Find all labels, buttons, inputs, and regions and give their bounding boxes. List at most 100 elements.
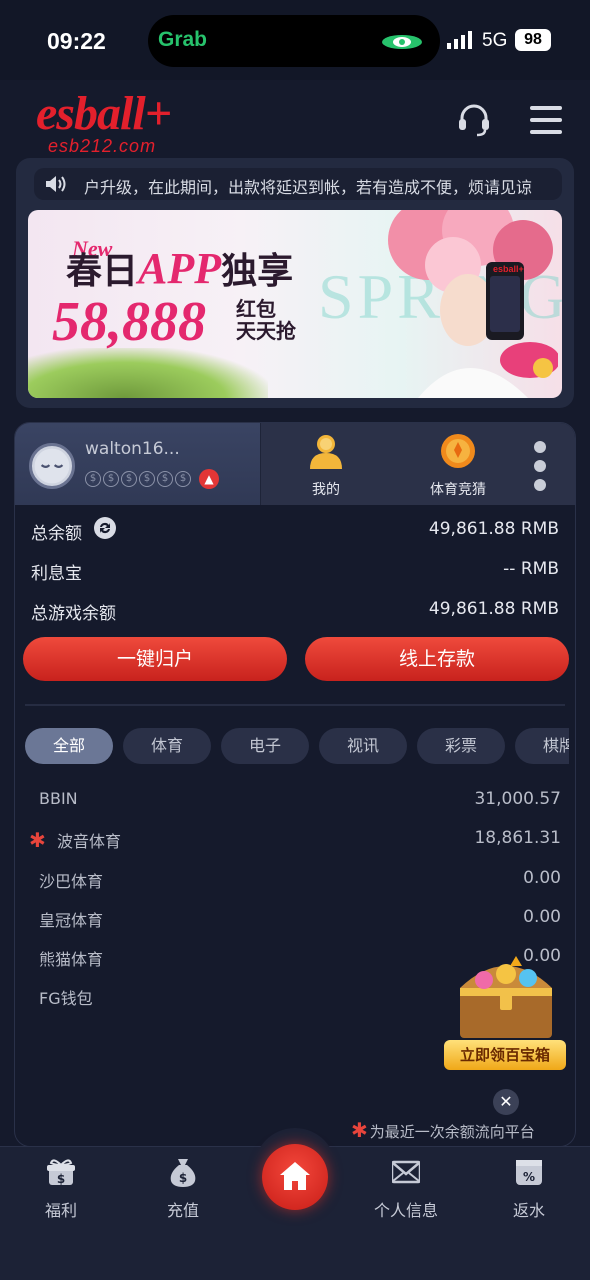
game-wallet-name: BBIN [39,789,78,808]
banner-suffix-1: 红包 [236,297,276,321]
divider [25,704,565,706]
game-category-tabs: 全部 体育 电子 视讯 彩票 棋牌 [25,728,569,764]
chevron-up-icon[interactable]: ▲ [199,469,219,489]
promo-banner[interactable]: SPRING New 春日APP独享 58,888 红包 天天抢 esball+ [28,210,562,398]
promo-panel: 户升级，在此期间，出款将延迟到帐，若有造成不便，烦请见谅 SPRING New … [16,158,574,408]
game-wallet-name: 熊猫体育 [39,950,104,969]
svg-text:%: % [523,1170,535,1184]
user-icon [310,435,342,469]
account-header: walton16... $ $ $ $ $ $ ▲ 我的 体育竞猜 [15,423,575,505]
nav-sports-label: 体育竞猜 [430,482,486,498]
home-button[interactable] [262,1144,328,1210]
close-icon[interactable]: ✕ [493,1089,519,1115]
online-deposit-button[interactable]: 线上存款 [305,637,569,681]
svg-text:$: $ [57,1172,65,1186]
banner-model-illustration: esball+ [388,210,558,398]
nav-rebate-label: 返水 [512,1201,545,1220]
status-bar: 09:22 Grab 5G 98 [0,0,590,80]
treasure-chest-icon [460,956,552,1038]
interest-label: 利息宝 [31,564,82,584]
banner-suffix-2: 天天抢 [236,319,296,343]
nav-recharge-label: 充值 [166,1201,199,1220]
tab-all[interactable]: 全部 [25,728,113,764]
notice-text: 户升级，在此期间，出款将延迟到帐，若有造成不便，烦请见谅 [84,178,533,197]
tab-sports[interactable]: 体育 [123,728,211,764]
headset-icon[interactable] [456,102,492,138]
nav-profile[interactable]: 个人信息 [356,1157,456,1220]
vip-coin-icon: $ [175,471,191,487]
home-icon [280,1162,310,1190]
hamburger-menu-icon[interactable] [528,102,564,138]
total-balance-row: 总余额 49,861.88 RMB [31,515,559,545]
vip-coin-icon: $ [157,471,173,487]
nav-welfare-label: 福利 [44,1201,77,1220]
nav-my-account[interactable]: 我的 [281,433,371,501]
footnote-text: 为最近一次余额流向平台 [369,1123,535,1141]
grab-label: Grab [158,28,208,51]
username: walton16... [85,439,180,459]
dynamic-island: Grab [148,15,440,67]
balance-footnote: ✱ 为最近一次余额流向平台 [351,1118,535,1142]
game-wallet-name: 皇冠体育 [39,911,104,930]
banner-headline: 春日APP独享 [66,242,293,294]
vip-coin-icon: $ [103,471,119,487]
user-card[interactable]: walton16... $ $ $ $ $ $ ▲ [15,423,261,505]
collect-all-button[interactable]: 一键归户 [23,637,287,681]
tab-live[interactable]: 视讯 [319,728,407,764]
refresh-icon[interactable] [93,516,117,540]
total-balance-value: 49,861.88 RMB [428,519,559,539]
game-wallet-amount: 0.00 [523,868,561,888]
treasure-chest-promo[interactable]: 立即领百宝箱 [434,948,574,1074]
nav-recharge[interactable]: $ 充值 [133,1157,233,1220]
svg-text:$: $ [179,1171,187,1185]
status-time: 09:22 [47,28,106,54]
nav-sports-betting[interactable]: 体育竞猜 [413,433,503,501]
nav-rebate[interactable]: % 返水 [479,1157,579,1220]
star-marker-icon: ✱ [29,828,46,852]
battery-icon: 98 [515,29,551,51]
sports-coin-icon [441,434,475,468]
game-wallet-row[interactable]: BBIN 31,000.57 [31,785,561,815]
treasure-chest-label: 立即领百宝箱 [444,1040,566,1070]
rebate-icon: % [516,1160,542,1185]
vip-coin-icon: $ [139,471,155,487]
notice-marquee[interactable]: 户升级，在此期间，出款将延迟到帐，若有造成不便，烦请见谅 [34,168,562,200]
banner-grass [28,348,268,398]
signal-icon [447,31,472,49]
game-wallet-amount: 31,000.57 [474,789,561,809]
logo-domain: esb212.com [48,136,157,156]
vip-level-row: $ $ $ $ $ $ ▲ [85,469,219,489]
tab-electronic[interactable]: 电子 [221,728,309,764]
game-wallet-row[interactable]: 皇冠体育 0.00 [31,903,561,933]
interest-value: -- RMB [503,559,559,579]
vip-coin-icon: $ [121,471,137,487]
mail-icon [392,1160,420,1184]
game-wallet-name: 波音体育 [57,832,122,851]
game-balance-value: 49,861.88 RMB [428,599,559,619]
avatar [29,443,75,489]
star-marker-icon: ✱ [351,1118,368,1142]
nav-welfare[interactable]: $ 福利 [11,1157,111,1220]
game-balance-row: 总游戏余额 49,861.88 RMB [31,595,559,625]
game-wallet-amount: 18,861.31 [474,828,561,848]
tab-lottery[interactable]: 彩票 [417,728,505,764]
banner-amount: 58,888 [52,291,206,353]
nav-my-label: 我的 [312,482,340,498]
esball-logo[interactable]: esball+ esb212.com [36,86,172,156]
tab-chess[interactable]: 棋牌 [515,728,569,764]
total-balance-label: 总余额 [31,524,82,544]
banner-headline-app: APP [138,244,222,293]
gift-icon: $ [47,1159,75,1186]
more-vertical-icon[interactable] [530,441,550,491]
money-bag-icon: $ [170,1159,196,1187]
game-wallet-name: 沙巴体育 [39,872,104,891]
network-label: 5G [482,30,508,51]
speaker-icon [46,176,66,192]
banner-amount-suffix: 红包 天天抢 [236,298,296,342]
game-wallet-row[interactable]: ✱ 波音体育 18,861.31 [29,824,561,854]
game-wallet-name: FG钱包 [39,989,93,1008]
interest-row: 利息宝 -- RMB [31,555,559,585]
game-balance-label: 总游戏余额 [31,604,116,624]
game-wallet-row[interactable]: 沙巴体育 0.00 [31,864,561,894]
banner-headline-a: 春日 [66,251,139,292]
